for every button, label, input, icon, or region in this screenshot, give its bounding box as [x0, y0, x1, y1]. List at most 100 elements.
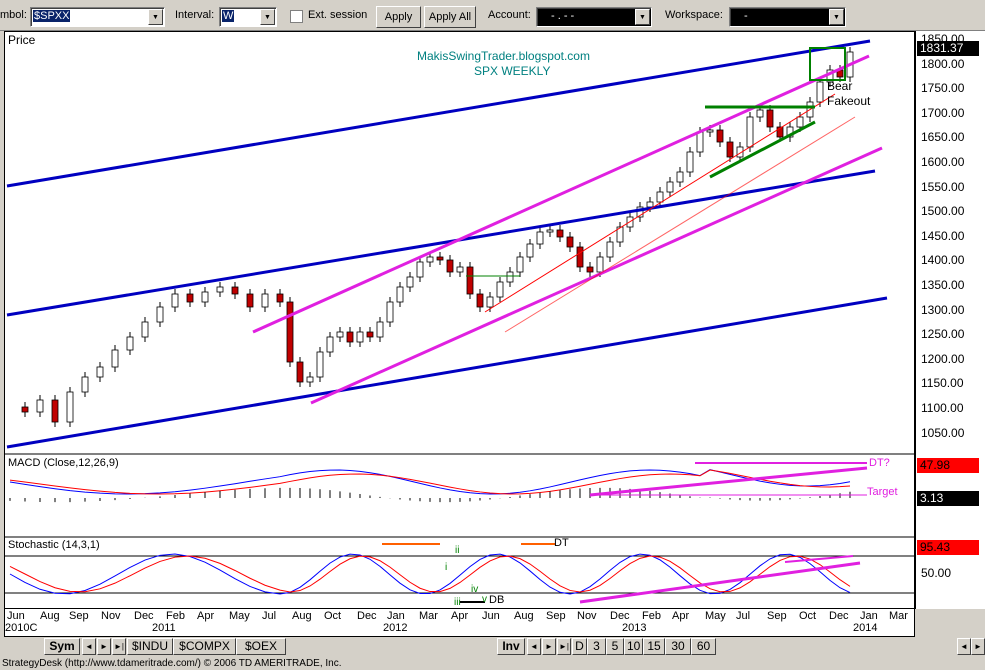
interval-dropdown-icon[interactable]: ▼ [260, 9, 275, 25]
macd-dt-label: DT? [869, 457, 890, 469]
interval-tab[interactable]: 30 [665, 638, 691, 655]
workspace-dropdown-icon[interactable]: ▼ [829, 9, 844, 25]
x-month-label: Jun [7, 610, 25, 622]
candle-body [506, 271, 514, 283]
inv-tab[interactable]: Inv [497, 638, 525, 655]
x-month-label: Jan [860, 610, 878, 622]
symbol-tab[interactable]: $INDU [127, 638, 173, 655]
ext-session-checkbox[interactable] [290, 10, 303, 23]
candle-body [141, 321, 149, 338]
interval-label: Interval: [175, 9, 215, 21]
candle-body [171, 293, 179, 308]
macd-signal-box: 3.13 [917, 491, 979, 506]
interval-combo[interactable]: W ▼ [219, 7, 277, 27]
bear-fakeout-line1: Bear [827, 79, 853, 93]
candle-body [276, 293, 284, 303]
stoch-level-label: 50.00 [921, 566, 952, 580]
x-month-label: Dec [134, 610, 154, 622]
x-month-label: Aug [40, 610, 60, 622]
hscroll-right-icon[interactable]: ► [971, 638, 985, 655]
candle-body [476, 293, 484, 308]
symbol-dropdown-icon[interactable]: ▼ [148, 9, 163, 25]
scroll-right-icon[interactable]: ► [97, 638, 111, 655]
x-year-label: 2011 [152, 622, 176, 634]
y-tick-label: 1050.00 [921, 425, 965, 440]
y-tick-label: 1650.00 [921, 130, 965, 145]
candle-body [326, 336, 334, 353]
candle-body [456, 266, 464, 273]
x-month-label: Oct [799, 610, 817, 622]
x-month-label: Mar [889, 610, 908, 622]
x-year-label: 2013 [622, 622, 647, 634]
account-combo[interactable]: - . - - ▼ [536, 7, 652, 27]
x-month-label: Sep [546, 610, 566, 622]
interval-value: W [222, 10, 235, 22]
symbol-combo[interactable]: $SPXX ▼ [30, 7, 165, 27]
chart-area[interactable]: Price MakisSwingTrader.blogspot.com SPX … [4, 31, 916, 609]
candle-body [51, 399, 59, 423]
account-label: Account: [488, 9, 531, 21]
candle-body [756, 109, 764, 118]
candle-body [666, 181, 674, 193]
chart-svg [5, 39, 916, 604]
x-year-label: 2014 [853, 622, 878, 634]
x-month-label: Sep [767, 610, 787, 622]
stoch-wave-ii-label: ii [455, 545, 460, 556]
interval-tab[interactable]: 5 [606, 638, 624, 655]
lower-blue-channel [6, 296, 888, 449]
x-month-label: Jul [736, 610, 751, 622]
candle-body [126, 336, 134, 351]
apply-button[interactable]: Apply [376, 6, 421, 28]
y-tick-label: 1450.00 [921, 228, 965, 243]
inv-scroll-right-icon[interactable]: ► [542, 638, 556, 655]
x-month-label: Nov [577, 610, 597, 622]
candle-body [466, 266, 474, 295]
x-month-label: Aug [292, 610, 312, 622]
interval-tab[interactable]: 60 [691, 638, 716, 655]
candle-body [66, 391, 74, 423]
candle-body [201, 291, 209, 303]
symbol-tab[interactable]: $OEX [236, 638, 286, 655]
scroll-left-icon[interactable]: ◄ [82, 638, 96, 655]
x-month-label: Apr [451, 610, 469, 622]
interval-tab[interactable]: 3 [587, 638, 606, 655]
stoch-wave-iv-label: iv [471, 584, 479, 595]
scroll-end-icon[interactable]: ►| [112, 638, 126, 655]
inv-scroll-left-icon[interactable]: ◄ [527, 638, 541, 655]
price-panel-title: Price [8, 33, 36, 47]
candle-body [816, 81, 824, 103]
candle-body [696, 131, 704, 153]
candle-body [766, 109, 774, 128]
interval-tab[interactable]: 15 [643, 638, 665, 655]
account-dropdown-icon[interactable]: ▼ [635, 9, 650, 25]
candle-body [36, 399, 44, 413]
account-value: - . - - [551, 10, 575, 22]
candle-body [246, 293, 254, 308]
candle-body [536, 231, 544, 245]
x-month-label: Jun [482, 610, 500, 622]
inv-scroll-end-icon[interactable]: ►| [557, 638, 571, 655]
sym-tab[interactable]: Sym [44, 638, 80, 655]
candle-body [796, 116, 804, 128]
interval-tab[interactable]: 10 [624, 638, 643, 655]
interval-tab[interactable]: D [572, 638, 587, 655]
x-month-label: Nov [101, 610, 121, 622]
stoch-db-label: DB [489, 594, 505, 606]
candle-body [216, 286, 224, 293]
macd-trend-line [589, 466, 868, 497]
time-axis: Jun Aug Sep Nov Dec Feb Apr May Jul Aug Oct Dec Jan M… [4, 609, 915, 637]
apply-all-button[interactable]: Apply All [424, 6, 476, 28]
symbol-tab[interactable]: $COMPX [173, 638, 236, 655]
x-month-label: Mar [419, 610, 438, 622]
candle-body [576, 246, 584, 268]
y-tick-label: 1800.00 [921, 56, 965, 71]
x-month-label: Aug [514, 610, 534, 622]
stoch-wave-i-label: i [445, 562, 448, 573]
candle-body [726, 141, 734, 158]
candle-body [646, 201, 654, 208]
stoch-d-line [9, 555, 851, 593]
workspace-combo[interactable]: - ▼ [729, 7, 846, 27]
x-month-label: May [705, 610, 726, 622]
stochastic-series [9, 553, 851, 595]
hscroll-left-icon[interactable]: ◄ [957, 638, 971, 655]
